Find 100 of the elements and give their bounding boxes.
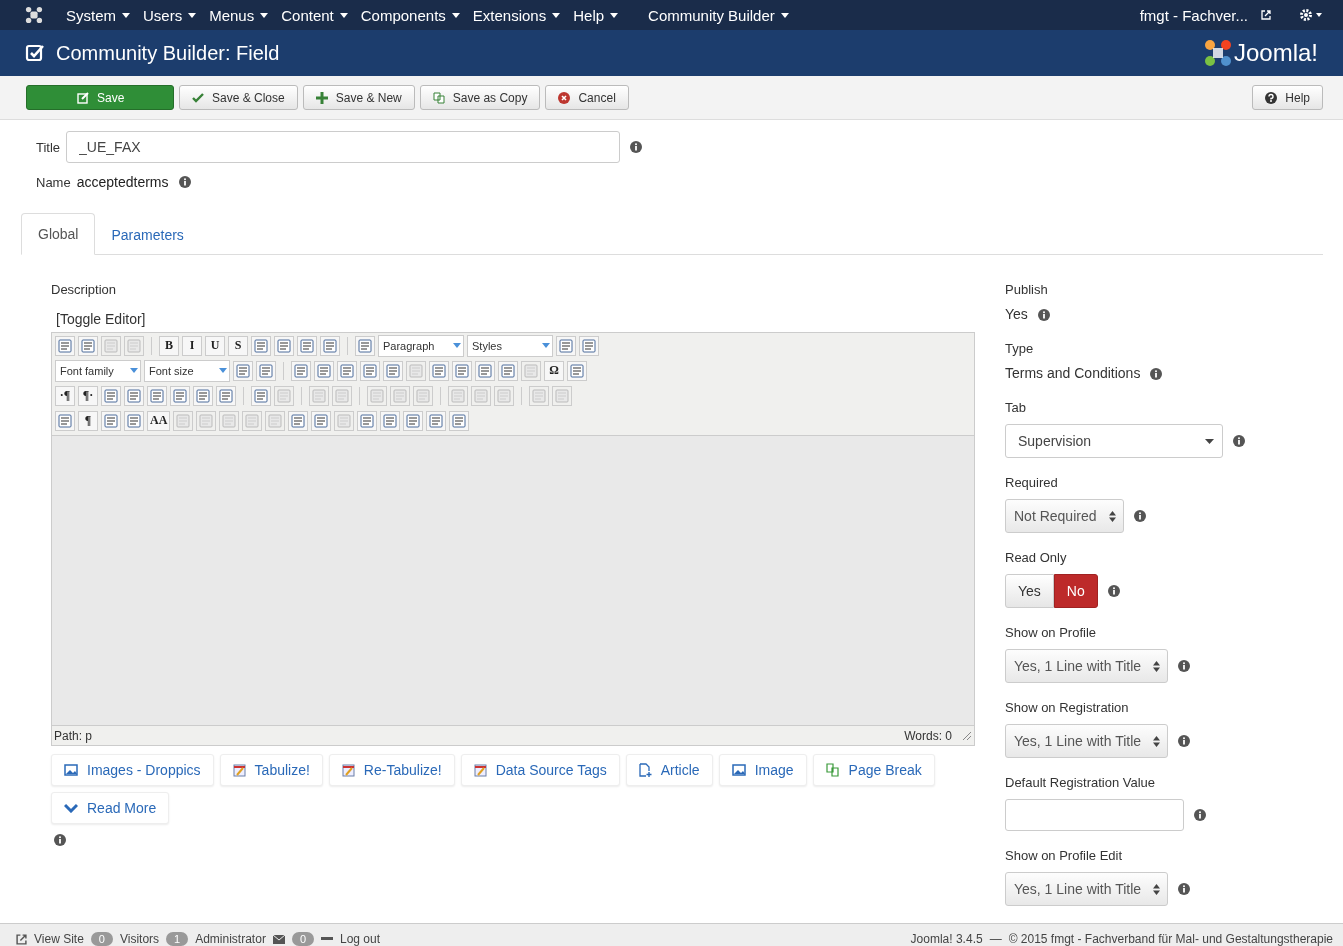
- editor-button[interactable]: [498, 360, 518, 381]
- select-field[interactable]: Yes, 1 Line with Title: [1005, 872, 1169, 906]
- editor-button[interactable]: [452, 360, 472, 381]
- editor-button[interactable]: [314, 360, 334, 381]
- toggle-option[interactable]: No: [1053, 574, 1098, 608]
- toggle-editor-link[interactable]: [Toggle Editor]: [56, 311, 975, 327]
- logout-link[interactable]: Log out: [340, 932, 381, 946]
- editor-button[interactable]: [403, 410, 424, 431]
- editor-button[interactable]: [380, 410, 401, 431]
- editor-button[interactable]: [101, 410, 121, 431]
- editor-button[interactable]: [383, 360, 403, 381]
- toolbar-button[interactable]: Save: [26, 85, 174, 110]
- editor-extension-button[interactable]: Data Source Tags: [460, 754, 620, 786]
- editor-button[interactable]: [147, 385, 167, 406]
- help-button[interactable]: Help: [1252, 85, 1323, 110]
- editor-button[interactable]: [256, 360, 276, 381]
- editor-button[interactable]: I: [182, 335, 202, 356]
- lines-icon: [268, 413, 283, 428]
- editor-extension-button[interactable]: Image: [718, 754, 807, 786]
- editor-button[interactable]: [216, 385, 236, 406]
- editor-button[interactable]: [355, 335, 375, 356]
- toolbar-button[interactable]: Save as Copy: [419, 85, 541, 110]
- editor-button[interactable]: [360, 360, 380, 381]
- menu-item[interactable]: Content: [281, 6, 348, 24]
- editor-button[interactable]: ¶: [78, 410, 98, 431]
- editor-button[interactable]: [320, 335, 340, 356]
- tab[interactable]: Parameters: [95, 215, 200, 255]
- editor-dropdown[interactable]: Font family: [55, 359, 141, 382]
- menu-item[interactable]: Users: [143, 6, 197, 24]
- editor-button[interactable]: B: [159, 335, 179, 356]
- toggle-option[interactable]: Yes: [1005, 574, 1054, 608]
- editor-button[interactable]: [311, 410, 332, 431]
- editor-button[interactable]: [193, 385, 213, 406]
- editor-button[interactable]: [567, 360, 587, 381]
- editor-button[interactable]: [55, 335, 75, 356]
- toolbar-button[interactable]: Save & New: [302, 85, 415, 110]
- editor-button[interactable]: [78, 335, 98, 356]
- editor-button[interactable]: [124, 385, 144, 406]
- editor-button[interactable]: [291, 360, 311, 381]
- lines-icon: [81, 338, 95, 353]
- editor-button[interactable]: [357, 410, 378, 431]
- select-field[interactable]: Not Required: [1005, 499, 1124, 533]
- chevron-down-icon: [64, 803, 78, 813]
- menu-item[interactable]: Help: [573, 6, 619, 24]
- view-site-link[interactable]: View Site: [34, 932, 84, 946]
- lines-icon: [432, 363, 446, 378]
- resize-handle-icon[interactable]: [962, 730, 972, 741]
- tab-dropdown[interactable]: Supervision: [1005, 424, 1223, 458]
- help-icon: [1265, 91, 1278, 104]
- checkbox-icon: [25, 43, 45, 63]
- editor-extension-button[interactable]: Read More: [51, 792, 170, 824]
- user-menu[interactable]: fmgt - Fachver...: [1139, 6, 1248, 24]
- editor-button[interactable]: ¶·: [78, 385, 98, 406]
- editor-extension-button[interactable]: Page Break: [812, 754, 935, 786]
- editor-dropdown[interactable]: Font size: [144, 359, 230, 382]
- menu-item[interactable]: System: [66, 6, 130, 24]
- editor-button[interactable]: [288, 410, 309, 431]
- editor-button[interactable]: S: [228, 335, 248, 356]
- menu-item[interactable]: Components: [360, 6, 460, 24]
- editor-button[interactable]: [579, 335, 599, 356]
- input-field[interactable]: [1005, 799, 1184, 831]
- editor-extension-button[interactable]: Images - Droppics: [51, 754, 214, 786]
- info-icon: [1037, 309, 1050, 321]
- editor-button[interactable]: U: [205, 335, 225, 356]
- editor-button[interactable]: [475, 360, 495, 381]
- editor-extension-button[interactable]: Re-Tabulize!: [328, 754, 455, 786]
- editor-button[interactable]: ·¶: [55, 385, 75, 406]
- editor-dropdown[interactable]: Paragraph: [378, 334, 464, 357]
- menu-item[interactable]: Menus: [209, 6, 269, 24]
- editor-button[interactable]: [449, 410, 470, 431]
- settings-icon[interactable]: [1299, 8, 1323, 22]
- editor-button[interactable]: Ω: [544, 360, 564, 381]
- editor-extension-button[interactable]: Tabulize!: [219, 754, 323, 786]
- editor-button[interactable]: [297, 335, 317, 356]
- editor-button[interactable]: [251, 335, 271, 356]
- menu-item[interactable]: Community Builder: [648, 6, 789, 24]
- tab[interactable]: Global: [21, 213, 96, 255]
- editor-button[interactable]: [556, 335, 576, 356]
- toolbar-button[interactable]: Save & Close: [179, 85, 298, 110]
- editor-button[interactable]: [274, 335, 294, 356]
- editor-button[interactable]: [429, 360, 449, 381]
- editor-button[interactable]: AA: [147, 410, 171, 431]
- editor-button[interactable]: [251, 385, 271, 406]
- select-field[interactable]: Yes, 1 Line with Title: [1005, 649, 1169, 683]
- editor-dropdown[interactable]: Styles: [467, 334, 553, 357]
- menu-item[interactable]: Extensions: [472, 6, 561, 24]
- joomla-logo-icon[interactable]: [25, 6, 43, 24]
- editor-button[interactable]: [426, 410, 447, 431]
- editor-button[interactable]: [101, 385, 121, 406]
- title-field[interactable]: _UE_FAX: [66, 131, 621, 163]
- select-field[interactable]: Yes, 1 Line with Title: [1005, 724, 1169, 758]
- editor-button[interactable]: [337, 360, 357, 381]
- lines-icon: [58, 413, 72, 428]
- editor-button[interactable]: [124, 410, 144, 431]
- editor-button[interactable]: [170, 385, 190, 406]
- editor-button[interactable]: [55, 410, 75, 431]
- editor-extension-button[interactable]: Article: [625, 754, 713, 786]
- toolbar-button[interactable]: Cancel: [545, 85, 629, 110]
- editor-button[interactable]: [233, 360, 253, 381]
- lines-icon: [582, 338, 596, 353]
